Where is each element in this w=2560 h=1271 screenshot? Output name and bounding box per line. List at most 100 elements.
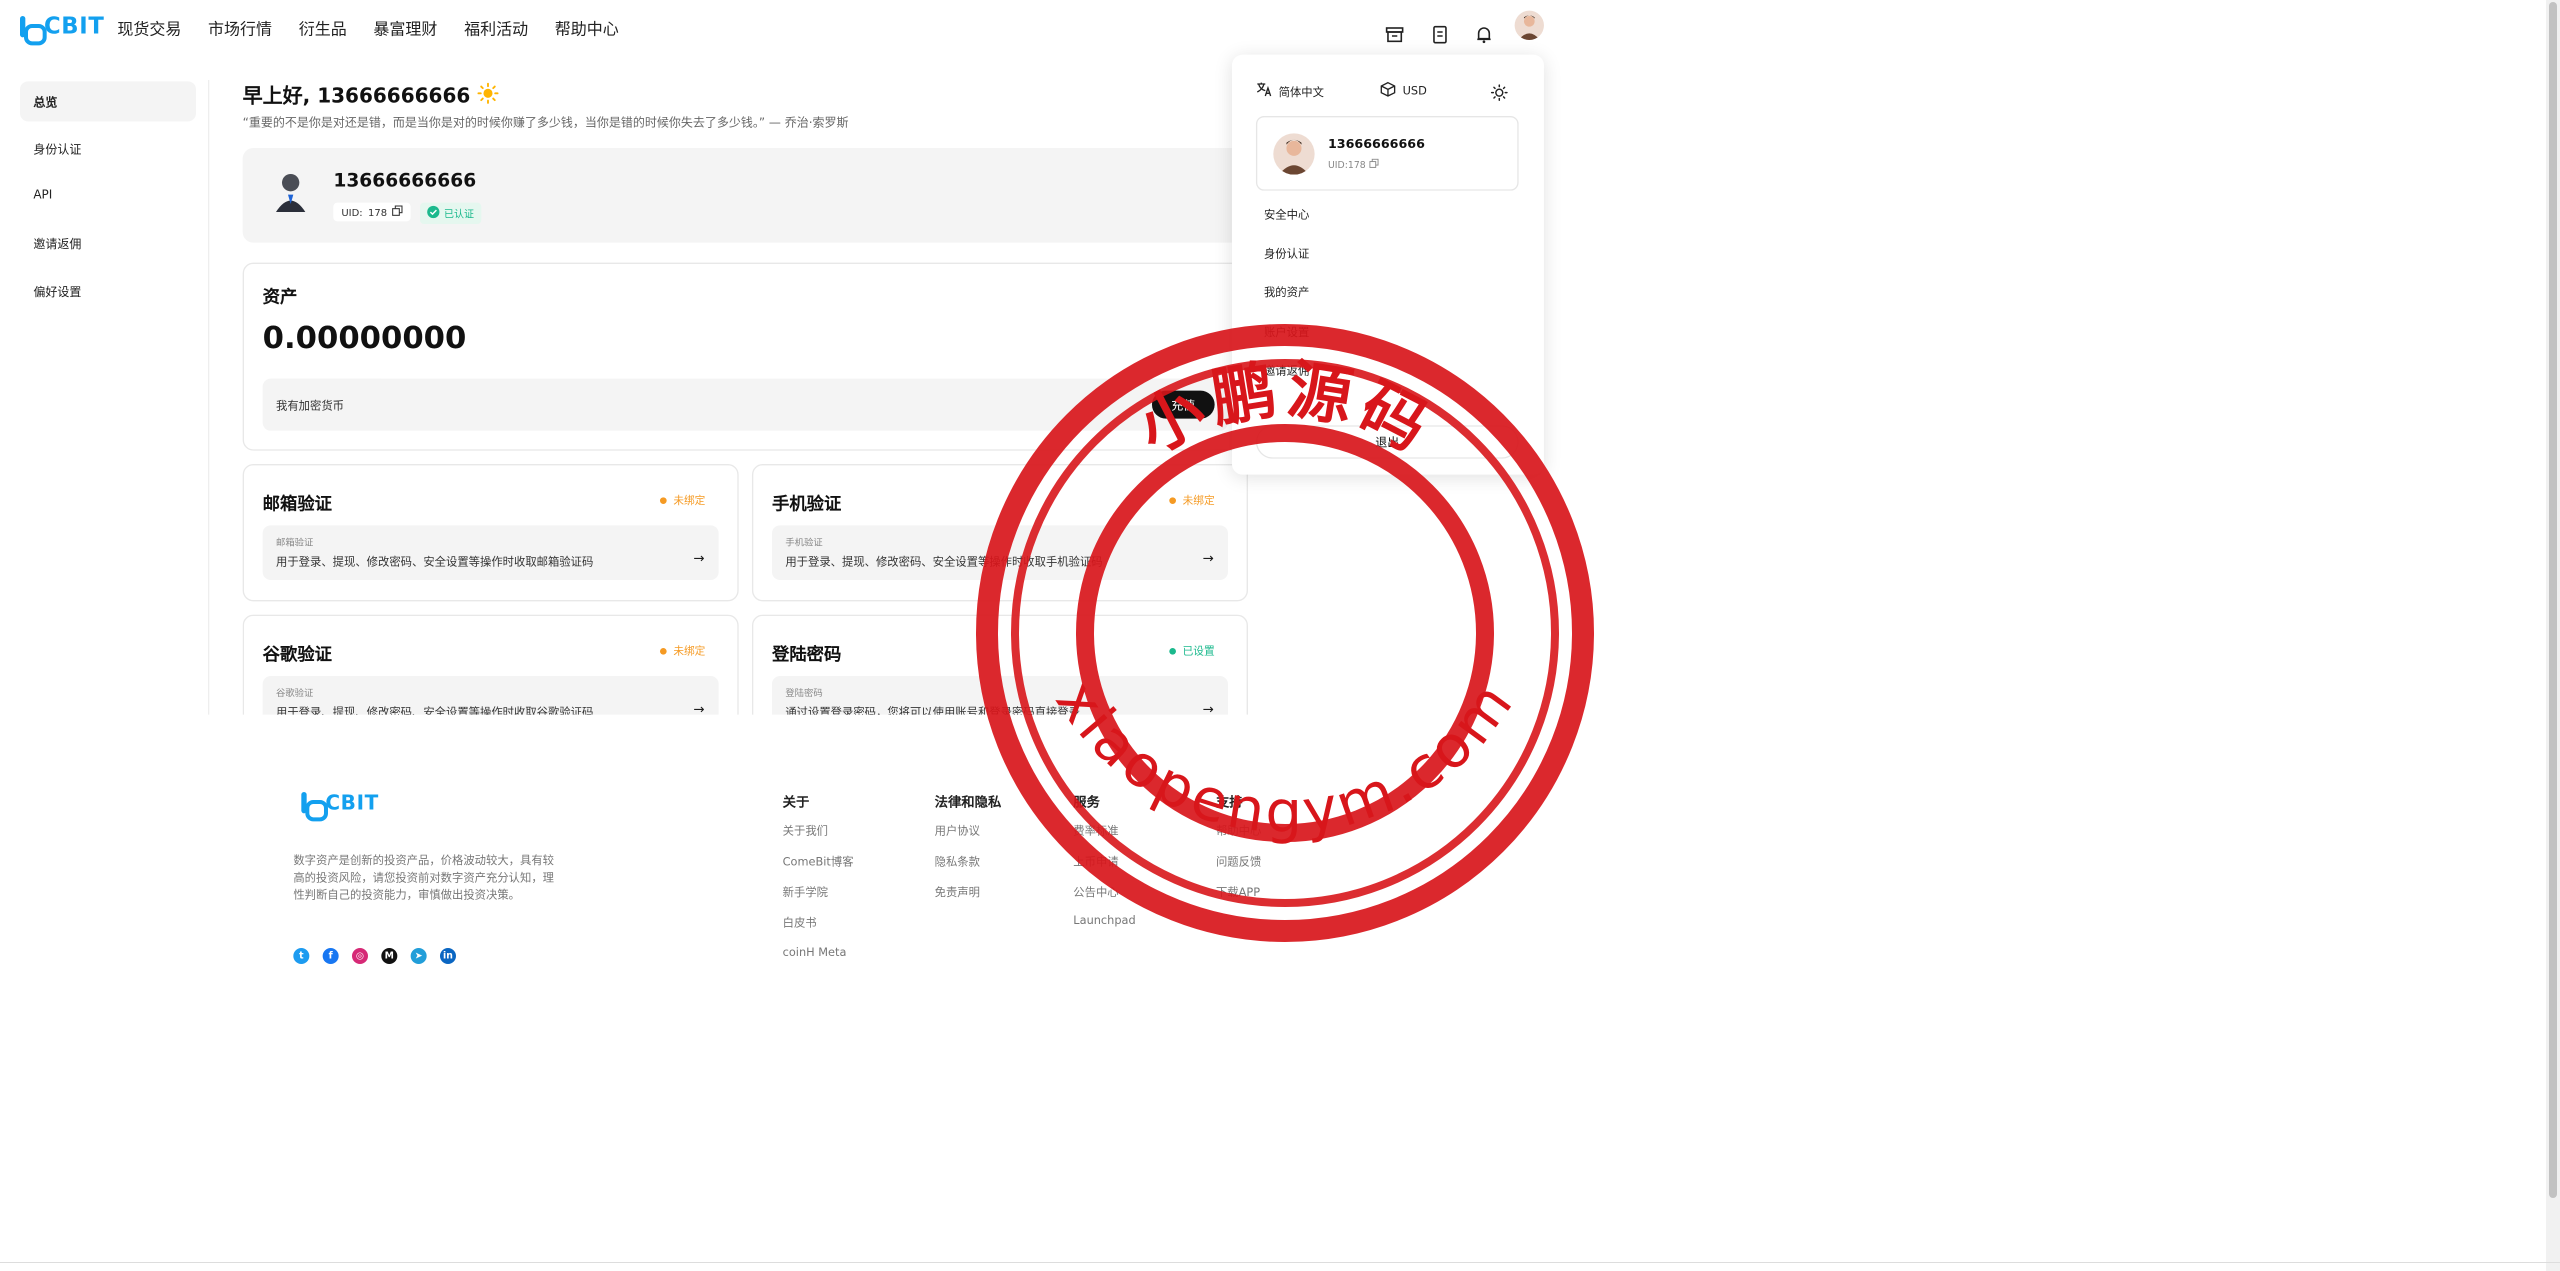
- footer-logo[interactable]: CBIT: [301, 791, 379, 822]
- card-title: 谷歌验证: [262, 645, 333, 666]
- status-unbound: 未绑定: [659, 644, 706, 659]
- twitter-icon[interactable]: t: [293, 947, 310, 964]
- medium-icon[interactable]: M: [381, 947, 398, 964]
- nav-wealth[interactable]: 暴富理财: [360, 17, 451, 40]
- status-label: 未绑定: [673, 645, 706, 658]
- uid-value: 178: [368, 205, 388, 218]
- sidebar-item-preferences[interactable]: 偏好设置: [20, 271, 196, 311]
- footer-link[interactable]: ComeBit博客: [783, 853, 854, 869]
- footer-link[interactable]: 新手学院: [783, 884, 828, 900]
- verified-label: 已认证: [443, 207, 474, 220]
- status-dot-icon: [659, 647, 667, 655]
- email-verification-card[interactable]: 邮箱验证 未绑定 邮箱验证 用于登录、提现、修改密码、安全设置等操作时收取邮箱验…: [242, 463, 739, 602]
- status-unbound: 未绑定: [659, 493, 706, 508]
- footer-link[interactable]: 白皮书: [783, 915, 817, 930]
- stamp-top-text: 小鹏源码: [1126, 353, 1444, 468]
- sidebar-item-referral[interactable]: 邀请返佣: [20, 223, 196, 263]
- card-sub-label: 登陆密码: [785, 687, 823, 699]
- profile-name: 13666666666: [333, 170, 477, 192]
- document-icon[interactable]: [1427, 21, 1454, 48]
- stamp-bottom-text: xiaopengym.com: [1043, 667, 1528, 845]
- crypto-label: 我有加密货币: [275, 399, 345, 414]
- dropdown-user-card[interactable]: 13666666666 UID:178: [1255, 115, 1519, 191]
- footer-col-about: 关于 关于我们 ComeBit博客 新手学院 白皮书 coinH Meta: [782, 791, 854, 960]
- watermark-stamp: 小鹏源码 xiaopengym.com: [976, 324, 1594, 942]
- nav-market[interactable]: 市场行情: [195, 17, 286, 40]
- instagram-icon[interactable]: ◎: [351, 947, 368, 964]
- sidebar-item-label: 身份认证: [33, 143, 82, 157]
- card-detail: 邮箱验证 用于登录、提现、修改密码、安全设置等操作时收取邮箱验证码 →: [262, 525, 719, 580]
- currency-selector[interactable]: USD: [1380, 81, 1427, 101]
- menu-security-center[interactable]: 安全中心: [1264, 207, 1309, 222]
- greeting: 早上好, 13666666666: [243, 81, 499, 109]
- card-desc: 用于登录、提现、修改密码、安全设置等操作时收取谷歌验证码: [275, 706, 594, 715]
- nav-promotions[interactable]: 福利活动: [451, 17, 542, 40]
- sidebar: 总览 身份认证 API 邀请返佣 偏好设置: [0, 79, 210, 715]
- currency-label: USD: [1402, 84, 1427, 98]
- nav-help[interactable]: 帮助中心: [541, 17, 632, 40]
- avatar[interactable]: [1514, 10, 1544, 40]
- footer-disclaimer: 数字资产是创新的投资产品，价格波动较大，具有较高的投资风险，请您投资前对数字资产…: [293, 854, 555, 903]
- arrow-right-icon[interactable]: →: [693, 552, 704, 567]
- theme-toggle-icon[interactable]: [1490, 81, 1508, 106]
- status-label: 未绑定: [673, 494, 706, 507]
- browser-viewport: CBIT 现货交易 市场行情 衍生品 暴富理财 福利活动 帮助中心 总览 身份认…: [0, 0, 1920, 1271]
- telegram-icon[interactable]: ➤: [410, 947, 427, 964]
- page: { "header": { "logo_text": "CBIT", "nav"…: [0, 0, 2560, 1271]
- google-verification-card[interactable]: 谷歌验证 未绑定 谷歌验证 用于登录、提现、修改密码、安全设置等操作时收取谷歌验…: [242, 614, 739, 715]
- scrollbar[interactable]: [2546, 0, 2560, 1271]
- menu-my-assets[interactable]: 我的资产: [1264, 284, 1309, 300]
- profile-uid: UID: 178: [333, 202, 412, 222]
- translate-icon: [1256, 81, 1272, 101]
- scrollbar-thumb[interactable]: [2549, 2, 2557, 1198]
- dropdown-uid-text: UID:178: [1327, 159, 1366, 170]
- sidebar-item-overview[interactable]: 总览: [19, 81, 196, 122]
- check-badge-icon: [427, 205, 440, 221]
- verified-badge: 已认证: [419, 202, 481, 224]
- logo-mark-icon: [301, 791, 328, 822]
- uid-label: UID:: [341, 205, 363, 218]
- sidebar-item-label: 总览: [33, 96, 58, 110]
- card-title: 邮箱验证: [262, 494, 333, 515]
- footer-col-title: 关于: [782, 795, 810, 811]
- assets-value: 0.00000000: [262, 321, 467, 356]
- logo-mark-icon: [19, 15, 47, 46]
- bell-icon[interactable]: [1471, 21, 1498, 48]
- language-label: 简体中文: [1278, 85, 1324, 100]
- sidebar-item-label: 偏好设置: [33, 285, 82, 300]
- archive-icon[interactable]: [1381, 21, 1408, 48]
- logo-text: CBIT: [43, 13, 105, 40]
- profile-card: 13666666666 UID: 178 已认证: [242, 147, 1248, 243]
- profile-avatar: [269, 169, 312, 214]
- card-title: 手机验证: [771, 494, 842, 515]
- card-sub-label: 手机验证: [785, 537, 823, 548]
- sun-icon: [477, 82, 499, 109]
- avatar: [1273, 133, 1315, 175]
- footer-link[interactable]: 关于我们: [783, 823, 828, 838]
- status-dot-icon: [659, 497, 667, 504]
- sidebar-item-label: 邀请返佣: [33, 237, 82, 252]
- language-selector[interactable]: 简体中文: [1256, 81, 1324, 101]
- assets-title: 资产: [262, 287, 298, 308]
- greeting-text: 早上好, 13666666666: [242, 83, 471, 108]
- facebook-icon[interactable]: f: [322, 947, 339, 964]
- nav-spot-trading[interactable]: 现货交易: [104, 17, 195, 40]
- sidebar-item-identity[interactable]: 身份认证: [20, 128, 196, 168]
- copy-icon[interactable]: [392, 205, 403, 218]
- menu-identity[interactable]: 身份认证: [1264, 245, 1309, 261]
- arrow-right-icon[interactable]: →: [693, 703, 704, 715]
- card-sub-label: 邮箱验证: [275, 537, 314, 548]
- linkedin-icon[interactable]: in: [439, 947, 456, 964]
- copy-icon[interactable]: [1369, 158, 1379, 171]
- main-nav: 现货交易 市场行情 衍生品 暴富理财 福利活动 帮助中心: [104, 17, 632, 40]
- card-sub-label: 谷歌验证: [275, 687, 314, 699]
- sidebar-item-api[interactable]: API: [20, 176, 196, 216]
- card-detail: 谷歌验证 用于登录、提现、修改密码、安全设置等操作时收取谷歌验证码 →: [262, 675, 719, 715]
- card-title: 登陆密码: [771, 645, 842, 666]
- nav-derivatives[interactable]: 衍生品: [285, 17, 360, 40]
- logo[interactable]: CBIT: [19, 13, 105, 46]
- dropdown-user-name: 13666666666: [1327, 137, 1425, 152]
- dropdown-uid: UID:178: [1327, 158, 1379, 171]
- footer-link[interactable]: coinH Meta: [783, 947, 847, 960]
- card-desc: 用于登录、提现、修改密码、安全设置等操作时收取邮箱验证码: [275, 555, 594, 570]
